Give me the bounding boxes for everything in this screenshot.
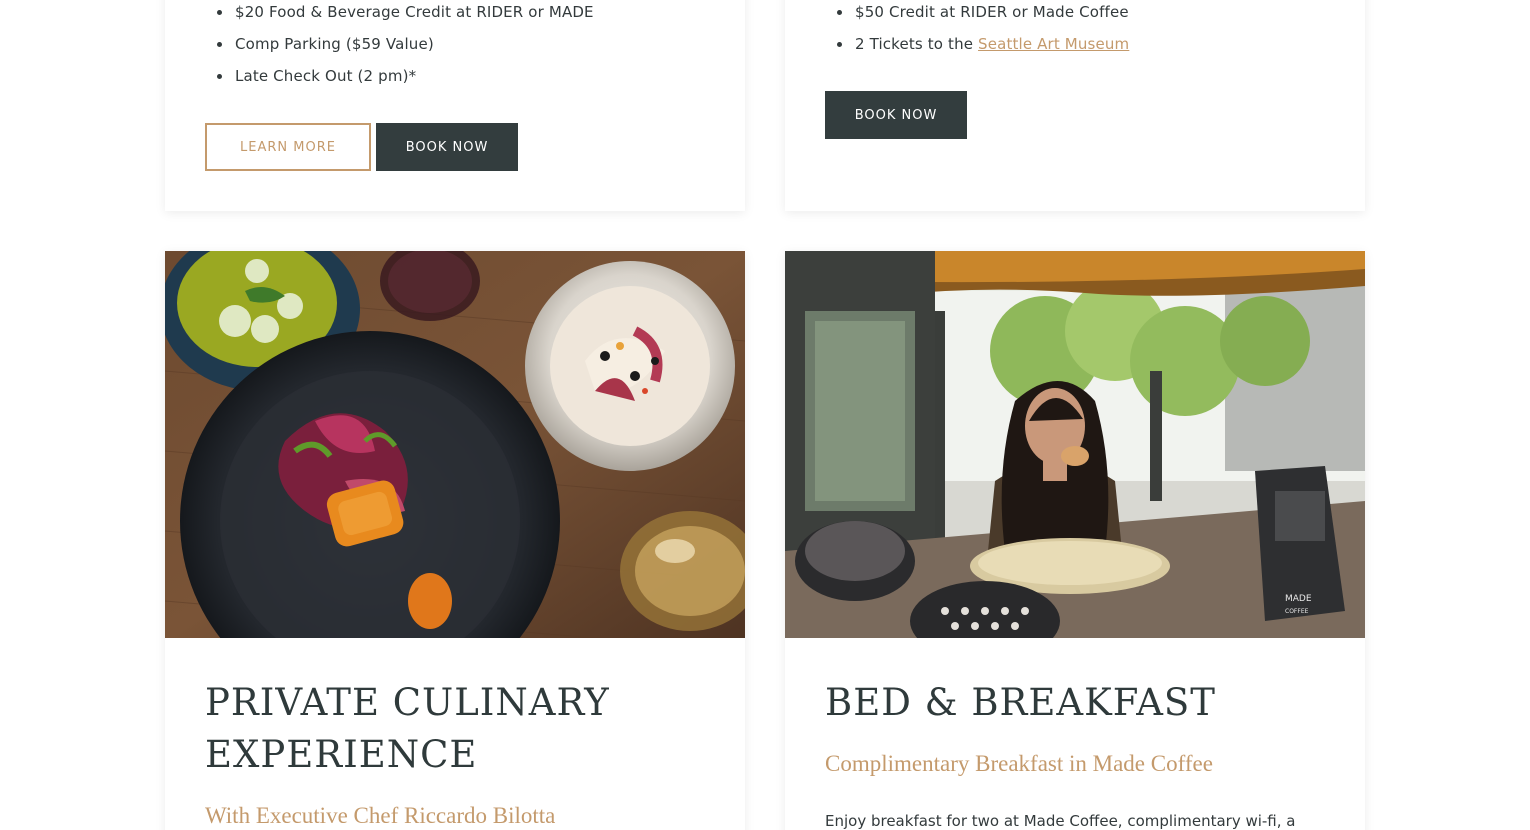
card-title: PRIVATE CULINARY EXPERIENCE [205,681,610,776]
seattle-art-museum-link[interactable]: Seattle Art Museum [978,35,1129,53]
sign-text: MADE [1285,594,1312,604]
perk-item: $50 Credit at RIDER or Made Coffee [836,0,1129,22]
perks-list: $50 Credit at RIDER or Made Coffee 2 Tic… [836,0,1129,54]
card-subtitle: Complimentary Breakfast in Made Coffee [825,751,1213,776]
sign-text: COFFEE [1285,608,1309,615]
card-subtitle: With Executive Chef Riccardo Bilotta [205,803,556,828]
plated-dish-photo [165,251,745,638]
package-card-top-left: $20 Food & Beverage Credit at RIDER or M… [165,0,745,211]
book-now-button[interactable]: BOOK NOW [825,91,967,139]
card-description: Enjoy breakfast for two at Made Coffee, … [825,812,1296,830]
perk-item: Comp Parking ($59 Value) [217,22,594,54]
package-card-bed-breakfast: MADE COFFEE BED & BREAKFAST Complimentar… [785,251,1365,830]
package-card-top-right: $50 Credit at RIDER or Made Coffee 2 Tic… [785,0,1365,211]
learn-more-button[interactable]: LEARN MORE [205,123,371,171]
book-now-button[interactable]: BOOK NOW [376,123,518,171]
card-title: BED & BREAKFAST [825,681,1216,724]
perk-item: 2 Tickets to the Seattle Art Museum [836,22,1129,54]
perk-text: 2 Tickets to the [855,35,979,53]
perks-list: $20 Food & Beverage Credit at RIDER or M… [217,0,594,86]
package-card-private-culinary: PRIVATE CULINARY EXPERIENCE With Executi… [165,251,745,830]
perk-item: $20 Food & Beverage Credit at RIDER or M… [217,0,594,22]
cafe-patio-photo: MADE COFFEE [785,251,1365,638]
perk-item: Late Check Out (2 pm)* [217,54,594,86]
